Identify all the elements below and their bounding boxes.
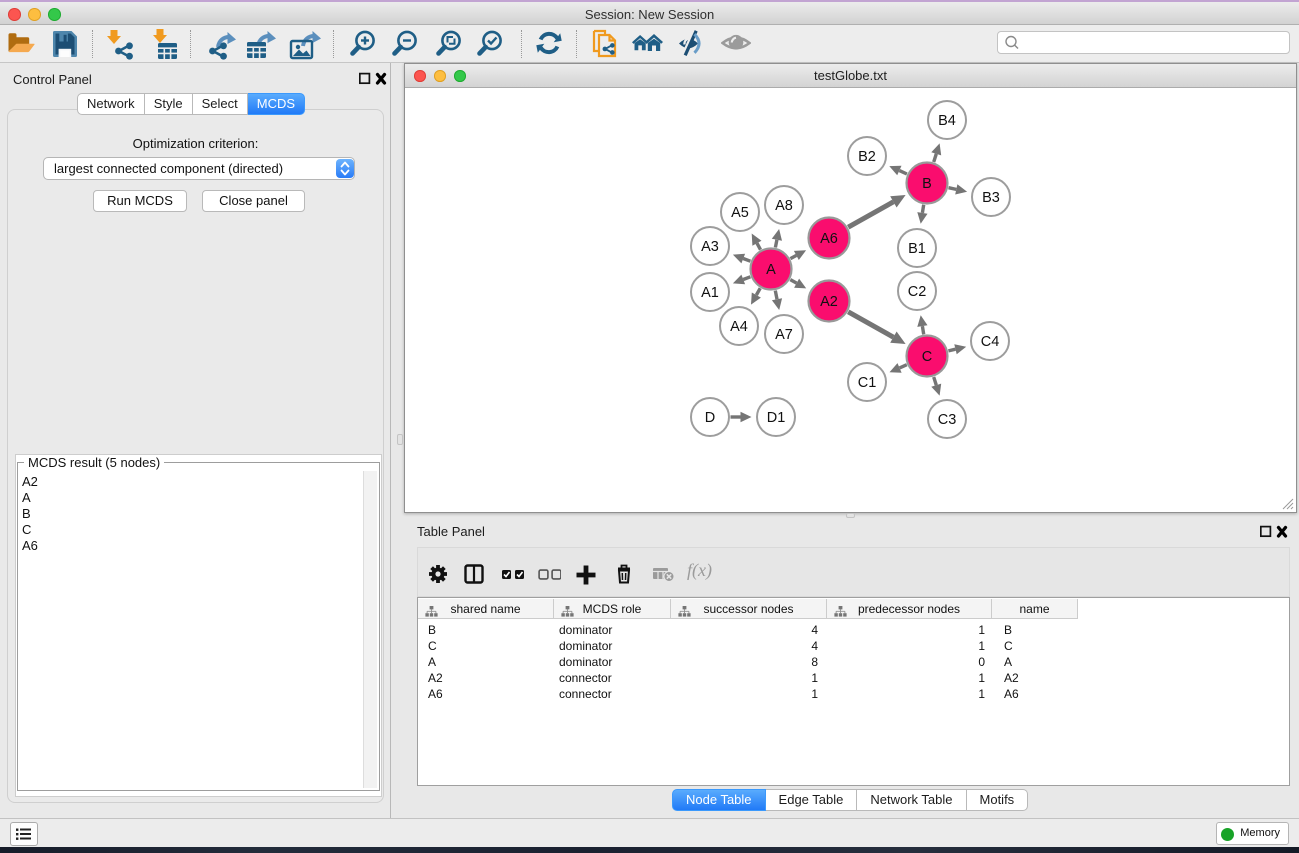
svg-text:B: B bbox=[922, 176, 932, 192]
svg-text:B2: B2 bbox=[858, 149, 876, 165]
svg-text:A3: A3 bbox=[701, 239, 719, 255]
svg-text:D: D bbox=[705, 410, 715, 426]
svg-text:C3: C3 bbox=[938, 412, 957, 428]
svg-text:A7: A7 bbox=[775, 327, 793, 343]
svg-text:B3: B3 bbox=[982, 190, 1000, 206]
svg-text:A: A bbox=[766, 262, 776, 278]
svg-text:A6: A6 bbox=[820, 231, 838, 247]
svg-text:B1: B1 bbox=[908, 241, 926, 257]
svg-text:B4: B4 bbox=[938, 113, 956, 129]
svg-text:A4: A4 bbox=[730, 319, 748, 335]
svg-text:D1: D1 bbox=[767, 410, 786, 426]
svg-text:C2: C2 bbox=[908, 284, 927, 300]
svg-text:A1: A1 bbox=[701, 285, 719, 301]
svg-text:A8: A8 bbox=[775, 198, 793, 214]
svg-text:C4: C4 bbox=[981, 334, 1000, 350]
svg-text:C: C bbox=[922, 349, 932, 365]
svg-text:A5: A5 bbox=[731, 205, 749, 221]
svg-text:C1: C1 bbox=[858, 375, 877, 391]
svg-text:A2: A2 bbox=[820, 294, 838, 310]
